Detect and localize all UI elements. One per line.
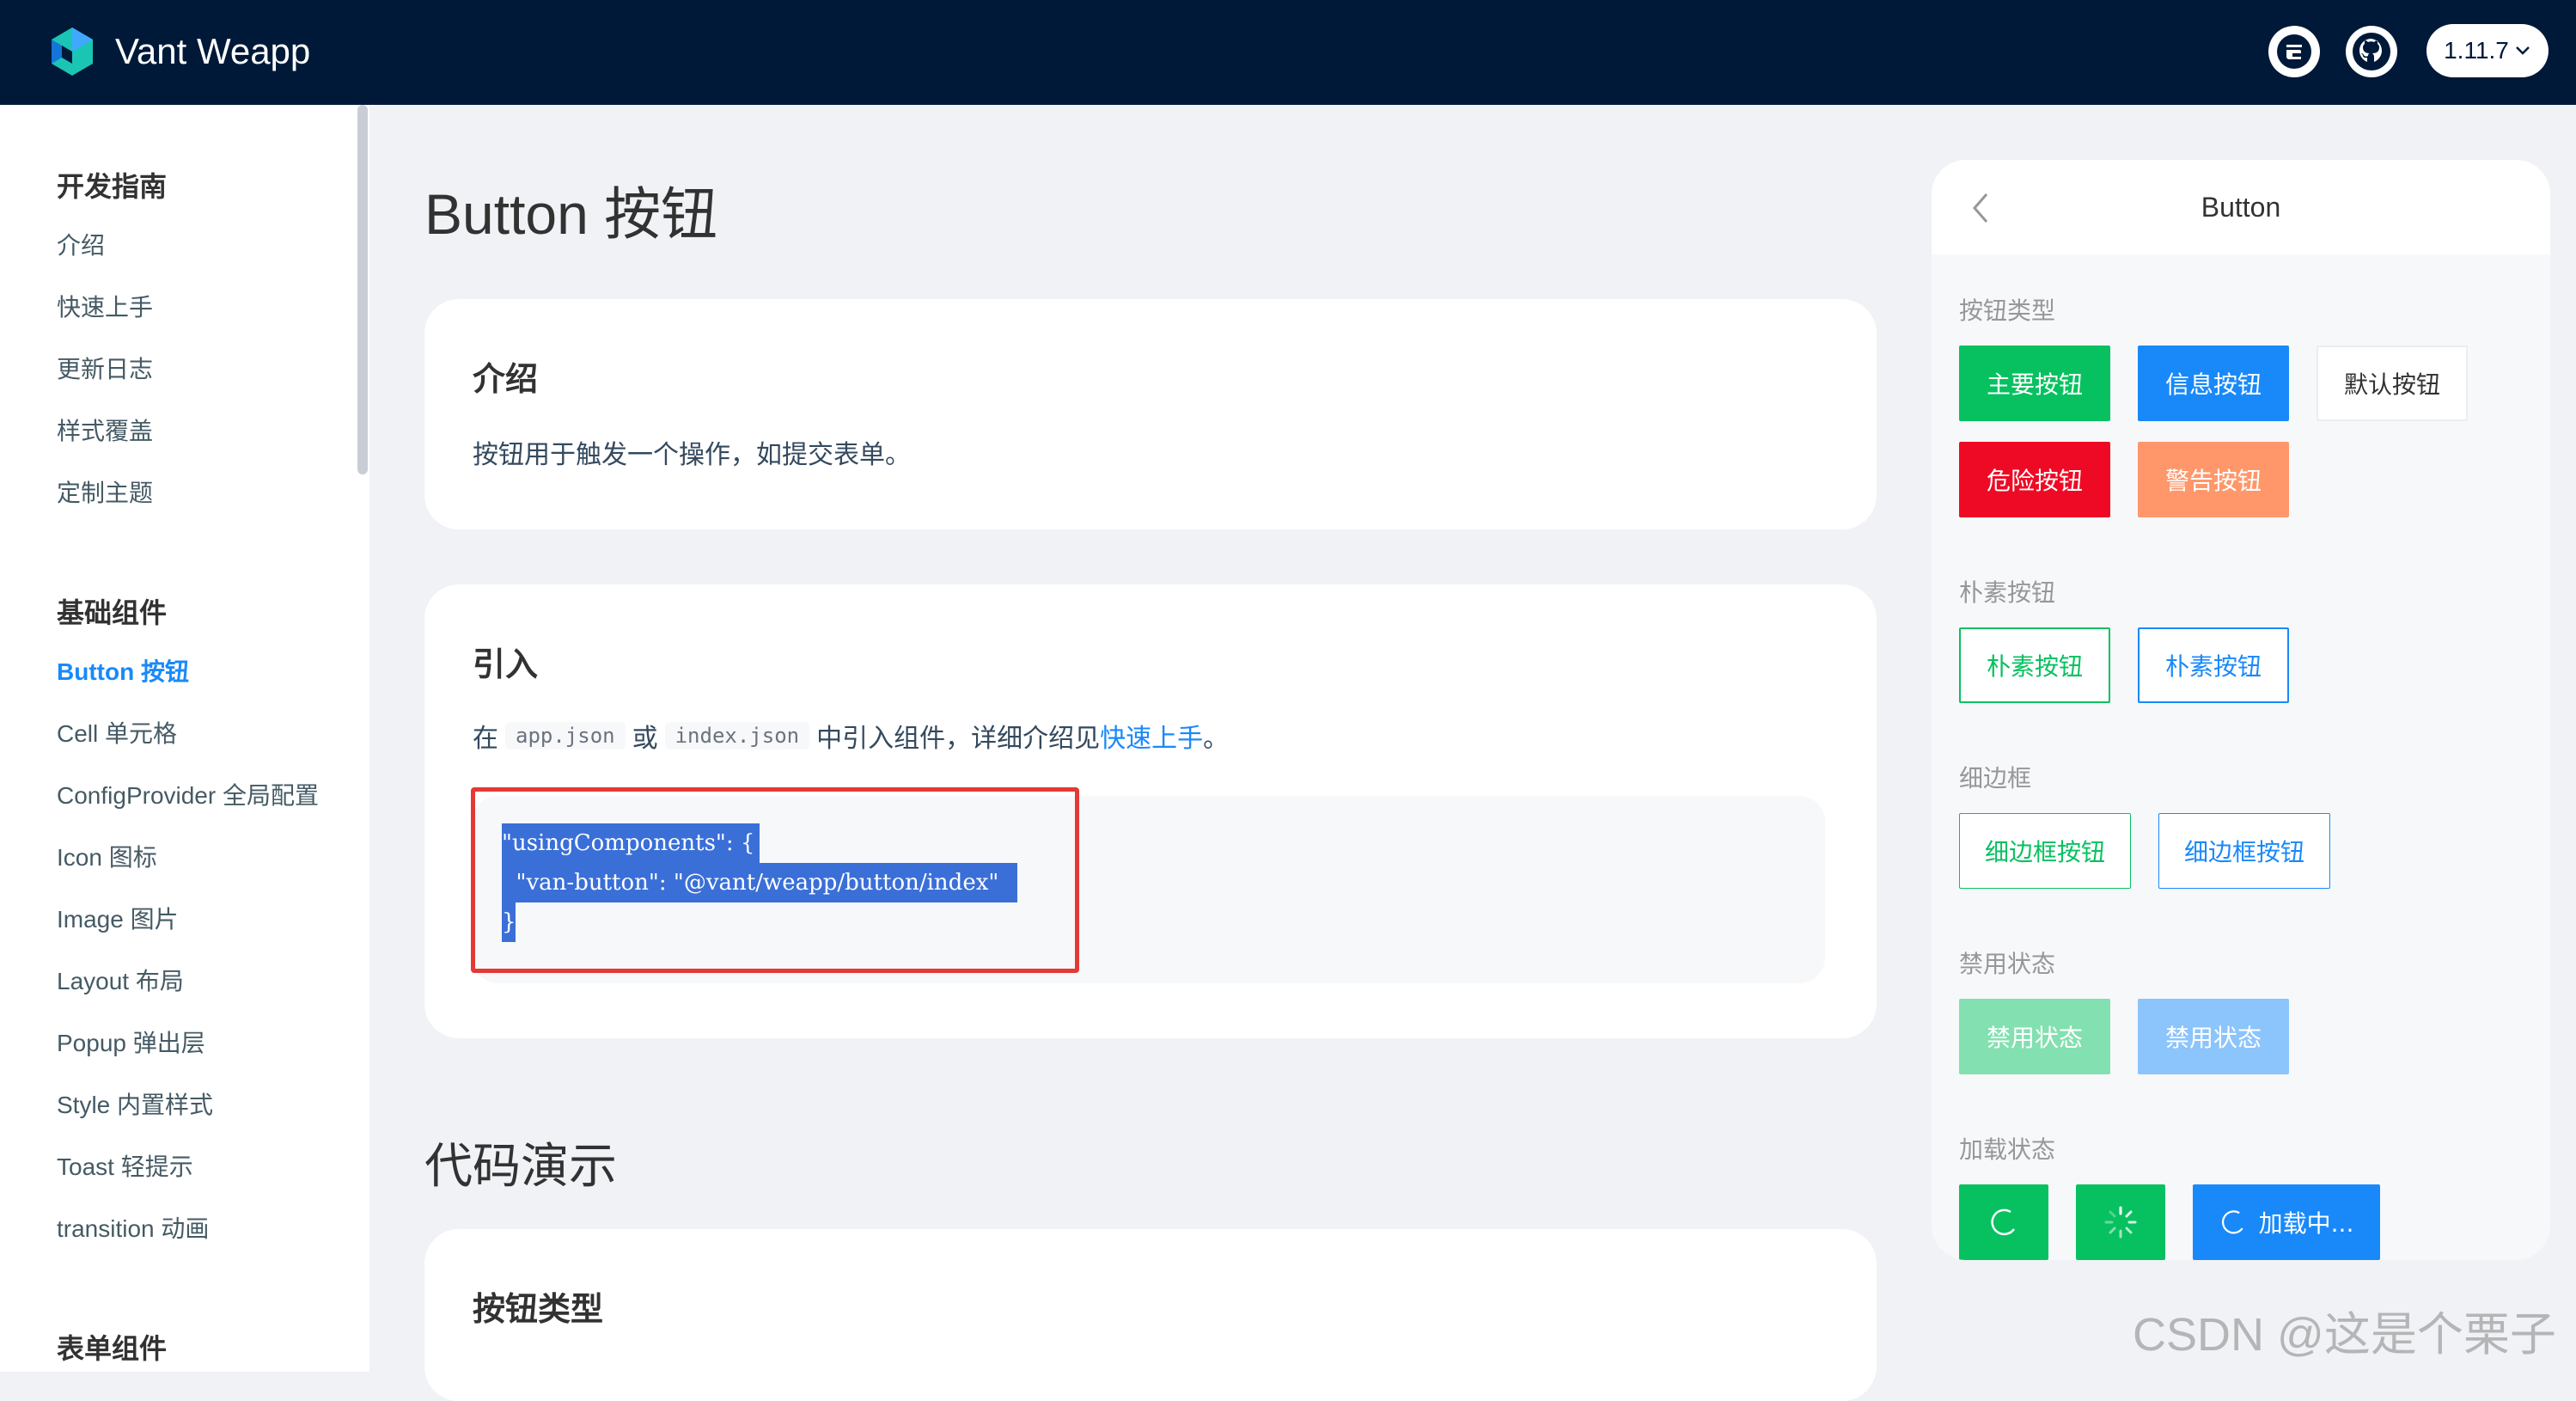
- plain-primary-button[interactable]: 朴素按钮: [1959, 627, 2110, 703]
- demo-card: 按钮类型: [424, 1229, 1877, 1401]
- loading-button-spinner[interactable]: [2076, 1184, 2165, 1260]
- section-label-loading: 加载状态: [1959, 1135, 2056, 1164]
- loading-button-circular[interactable]: [1959, 1184, 2048, 1260]
- import-text: 在 app.json 或 index.json 中引入组件，详细介绍见 快速上手…: [473, 717, 1229, 755]
- sidebar-item-popup[interactable]: Popup 弹出层: [57, 1025, 205, 1059]
- import-text-or: 或: [632, 724, 658, 754]
- danger-button[interactable]: 危险按钮: [1959, 442, 2110, 517]
- brand-name[interactable]: Vant Weapp: [115, 26, 310, 77]
- warning-button[interactable]: 警告按钮: [2138, 442, 2289, 517]
- version-label: 1.11.7: [2444, 37, 2509, 64]
- intro-card: 介绍 按钮用于触发一个操作，如提交表单。: [424, 299, 1877, 529]
- primary-button[interactable]: 主要按钮: [1959, 346, 2110, 421]
- sidebar-item-changelog[interactable]: 更新日志: [57, 351, 153, 385]
- intro-text: 按钮用于触发一个操作，如提交表单。: [473, 440, 911, 470]
- github-icon[interactable]: [2346, 26, 2397, 77]
- sidebar-item-config-provider[interactable]: ConfigProvider 全局配置: [57, 777, 319, 811]
- top-nav-bar: Vant Weapp 1.11.7: [0, 0, 2576, 105]
- sidebar-group-title: 开发指南: [57, 170, 168, 203]
- sidebar-scrollbar[interactable]: [357, 105, 368, 474]
- spinner-icon: [2104, 1206, 2137, 1239]
- sidebar-item-style[interactable]: Style 内置样式: [57, 1086, 213, 1121]
- section-label-hairline: 细边框: [1959, 764, 2032, 792]
- sidebar-item-quickstart[interactable]: 快速上手: [57, 289, 153, 323]
- sidebar-item-style-override[interactable]: 样式覆盖: [57, 413, 153, 447]
- demo-card-title: 按钮类型: [473, 1290, 604, 1328]
- sidebar-item-button[interactable]: Button 按钮: [57, 653, 189, 688]
- sidebar-group-title: 表单组件: [57, 1332, 168, 1365]
- loading-spinner-icon: [1991, 1208, 2016, 1236]
- quickstart-link[interactable]: 快速上手: [1100, 717, 1203, 755]
- sidebar-item-toast[interactable]: Toast 轻提示: [57, 1148, 193, 1183]
- version-select[interactable]: 1.11.7: [2426, 24, 2549, 77]
- sidebar-item-custom-theme[interactable]: 定制主题: [57, 474, 153, 509]
- sidebar-item-image[interactable]: Image 图片: [57, 901, 179, 935]
- loading-text-button[interactable]: 加载中...: [2193, 1184, 2380, 1260]
- hairline-primary-button[interactable]: 细边框按钮: [1959, 813, 2131, 889]
- plain-info-button[interactable]: 朴素按钮: [2138, 627, 2289, 703]
- disabled-primary-button: 禁用状态: [1959, 999, 2110, 1074]
- sidebar-item-icon[interactable]: Icon 图标: [57, 839, 157, 873]
- intro-title: 介绍: [473, 360, 539, 398]
- loading-spinner-icon: [2221, 1210, 2243, 1234]
- import-text-prefix: 在: [473, 724, 498, 754]
- vant-logo-icon[interactable]: [45, 24, 100, 79]
- gitee-icon[interactable]: [2268, 26, 2320, 77]
- section-label-disabled: 禁用状态: [1959, 950, 2056, 978]
- sidebar-item-intro[interactable]: 介绍: [57, 227, 105, 261]
- default-button[interactable]: 默认按钮: [2317, 346, 2468, 421]
- info-button[interactable]: 信息按钮: [2138, 346, 2289, 421]
- sidebar-group-title: 基础组件: [57, 596, 168, 629]
- watermark: CSDN @这是个栗子: [2133, 1309, 2556, 1361]
- import-text-end: 。: [1203, 724, 1230, 754]
- disabled-info-button: 禁用状态: [2138, 999, 2289, 1074]
- import-text-middle: 中引入组件，详细介绍见: [816, 724, 1101, 754]
- section-label-types: 按钮类型: [1959, 297, 2056, 325]
- import-title: 引入: [473, 645, 539, 683]
- section-label-plain: 朴素按钮: [1959, 578, 2056, 607]
- code-index-json: index.json: [664, 722, 810, 749]
- demo-section-title: 代码演示: [424, 1139, 617, 1193]
- highlight-box: [471, 787, 1079, 973]
- mobile-preview: Button 按钮类型 主要按钮 信息按钮 默认按钮 危险按钮 警告按钮 朴素按…: [1932, 160, 2550, 1260]
- code-app-json: app.json: [505, 722, 626, 749]
- hairline-info-button[interactable]: 细边框按钮: [2158, 813, 2330, 889]
- preview-title: Button: [2201, 192, 2281, 223]
- sidebar-item-layout[interactable]: Layout 布局: [57, 963, 184, 997]
- loading-text: 加载中...: [2258, 1209, 2354, 1238]
- page-title: Button 按钮: [424, 182, 718, 246]
- sidebar-item-transition[interactable]: transition 动画: [57, 1210, 209, 1245]
- sidebar-item-cell[interactable]: Cell 单元格: [57, 715, 177, 749]
- chevron-down-icon: [2516, 46, 2530, 55]
